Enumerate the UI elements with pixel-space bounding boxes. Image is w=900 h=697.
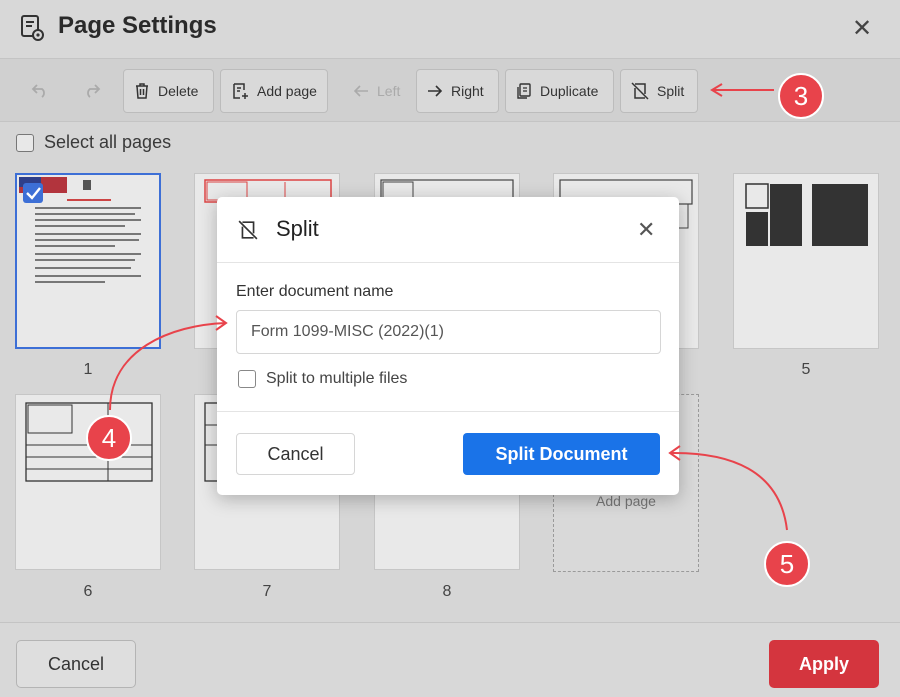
page-label-8: 8 — [442, 583, 452, 600]
cancel-button[interactable]: Cancel — [16, 640, 136, 688]
apply-button[interactable]: Apply — [769, 640, 879, 688]
move-right-button[interactable]: Right — [416, 69, 499, 113]
page-thumbnail-1[interactable] — [15, 173, 161, 349]
move-left-button[interactable]: Left — [342, 69, 408, 113]
add-page-icon — [233, 83, 248, 99]
annotation-badge-4: 4 — [86, 415, 132, 461]
title-bar: Page Settings ✕ — [0, 0, 900, 58]
select-all-checkbox[interactable] — [16, 133, 34, 152]
document-name-input[interactable] — [236, 310, 661, 354]
footer: Cancel Apply — [0, 622, 900, 697]
page-thumbnail-6[interactable] — [15, 394, 161, 570]
page-label-5: 5 — [801, 361, 811, 378]
window-title: Page Settings — [58, 12, 217, 39]
dialog-divider — [217, 411, 679, 412]
duplicate-icon — [517, 83, 531, 99]
split-icon — [631, 82, 649, 100]
split-multiple-option[interactable]: Split to multiple files — [238, 370, 407, 388]
delete-label: Delete — [158, 83, 199, 99]
page-settings-icon — [21, 15, 44, 41]
split-label: Split — [657, 83, 685, 99]
split-dialog: Split ✕ Enter document name Split to mul… — [217, 197, 679, 495]
redo-button[interactable] — [70, 69, 114, 113]
page-label-6: 6 — [83, 583, 93, 600]
redo-icon — [87, 84, 101, 98]
move-right-label: Right — [451, 83, 484, 99]
add-page-label: Add page — [257, 83, 317, 99]
annotation-badge-5: 5 — [764, 541, 810, 587]
split-icon — [238, 220, 258, 240]
dialog-cancel-button[interactable]: Cancel — [236, 433, 355, 475]
close-icon[interactable]: ✕ — [852, 14, 872, 43]
annotation-badge-3: 3 — [778, 73, 824, 119]
document-name-label: Enter document name — [236, 283, 394, 300]
duplicate-button[interactable]: Duplicate — [505, 69, 614, 113]
trash-icon — [136, 83, 148, 99]
add-page-tile-label: Add page — [596, 493, 656, 509]
page-thumbnail-5[interactable] — [733, 173, 879, 349]
form-preview-icon — [25, 402, 153, 482]
arrow-left-icon — [353, 85, 368, 97]
duplicate-label: Duplicate — [540, 83, 599, 99]
split-document-button[interactable]: Split Document — [463, 433, 660, 475]
delete-button[interactable]: Delete — [123, 69, 214, 113]
close-icon[interactable]: ✕ — [637, 217, 655, 243]
move-left-label: Left — [377, 83, 401, 99]
undo-button[interactable] — [18, 69, 62, 113]
split-button[interactable]: Split — [620, 69, 698, 113]
select-all-label: Select all pages — [44, 132, 172, 152]
dialog-title: Split — [276, 216, 319, 241]
document-preview-icon — [17, 175, 159, 347]
page-label-1: 1 — [83, 361, 93, 378]
undo-icon — [31, 84, 45, 98]
arrow-right-icon — [428, 85, 443, 97]
text-page-preview-icon — [745, 183, 868, 246]
split-multiple-checkbox[interactable] — [238, 370, 256, 388]
dialog-header: Split ✕ — [217, 197, 679, 263]
select-all-pages[interactable]: Select all pages — [16, 132, 171, 153]
toolbar: Delete Add page Left Right Duplicate Spl… — [0, 58, 900, 122]
split-multiple-label: Split to multiple files — [266, 370, 408, 387]
page-label-7: 7 — [262, 583, 272, 600]
add-page-button[interactable]: Add page — [220, 69, 328, 113]
